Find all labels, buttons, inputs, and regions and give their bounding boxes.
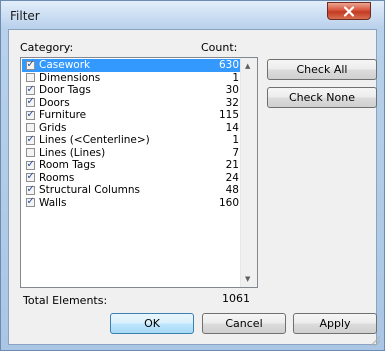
category-checkbox[interactable]: [26, 184, 35, 196]
category-name: Doors: [39, 96, 70, 109]
category-checkbox[interactable]: [26, 96, 35, 109]
category-header: Category:: [20, 41, 74, 54]
list-item[interactable]: Room Tags 21: [22, 159, 241, 172]
category-name: Rooms: [39, 171, 75, 184]
list-item[interactable]: Casework 630: [22, 59, 241, 72]
list-item[interactable]: Dimensions 1: [22, 72, 241, 85]
category-checkbox[interactable]: [26, 134, 35, 146]
category-checkbox[interactable]: [26, 59, 35, 71]
list-item[interactable]: Doors 32: [22, 96, 241, 110]
category-name: Casework: [39, 59, 91, 71]
list-item[interactable]: Lines (<Centerline>) 1: [22, 134, 241, 147]
scroll-down-arrow-icon[interactable]: ▼: [245, 275, 250, 283]
category-checkbox[interactable]: [26, 148, 35, 157]
total-elements-label: Total Elements:: [23, 294, 108, 307]
cancel-button[interactable]: Cancel: [202, 313, 286, 334]
list-item[interactable]: Furniture 115: [22, 109, 241, 122]
check-none-button[interactable]: Check None: [267, 87, 377, 108]
category-count: 7: [232, 146, 239, 159]
list-item[interactable]: Rooms 24: [22, 171, 241, 185]
list-item[interactable]: Grids 14: [22, 122, 241, 135]
category-count: 14: [225, 121, 239, 134]
category-checkbox[interactable]: [26, 84, 35, 96]
category-checkbox[interactable]: [26, 171, 35, 184]
category-count: 1: [232, 71, 239, 84]
category-checkbox[interactable]: [26, 73, 35, 82]
title-bar[interactable]: Filter: [1, 1, 384, 29]
resize-grip[interactable]: [370, 336, 380, 346]
total-elements-value: 1061: [222, 292, 250, 305]
category-count: 115: [218, 109, 239, 121]
category-count: 630: [218, 59, 239, 71]
category-checkbox[interactable]: [26, 159, 35, 171]
category-listbox[interactable]: Casework 630 Dimensions 1 Door Tags 30 Doors 32…: [20, 57, 258, 288]
scroll-up-arrow-icon[interactable]: ▲: [245, 62, 250, 70]
category-name: Walls: [39, 196, 67, 209]
ok-button[interactable]: OK: [110, 313, 194, 334]
apply-button[interactable]: Apply: [293, 313, 377, 334]
category-count: 32: [225, 96, 239, 109]
category-name: Grids: [39, 121, 67, 134]
category-count: 30: [225, 84, 239, 96]
category-count: 1: [232, 134, 239, 146]
listbox-scrollbar[interactable]: ▲ ▼: [240, 58, 257, 287]
category-count: 24: [225, 171, 239, 184]
category-name: Room Tags: [39, 159, 96, 171]
category-count: 160: [218, 196, 239, 209]
category-name: Dimensions: [39, 71, 101, 84]
category-checkbox[interactable]: [26, 123, 35, 132]
check-all-button[interactable]: Check All: [267, 59, 377, 80]
list-item[interactable]: Door Tags 30: [22, 84, 241, 97]
window-title: Filter: [10, 9, 40, 23]
dialog-window: Filter Category: Count: Casework630Dimen…: [0, 0, 385, 351]
category-rows: Casework 630 Dimensions 1 Door Tags 30 Doors 32…: [22, 59, 241, 209]
close-icon: [343, 5, 355, 17]
list-item[interactable]: Walls 160: [22, 196, 241, 210]
list-item[interactable]: Lines (Lines) 7: [22, 147, 241, 160]
category-checkbox[interactable]: [26, 196, 35, 209]
category-name: Lines (<Centerline>): [39, 134, 150, 146]
close-button[interactable]: [327, 2, 371, 20]
category-checkbox[interactable]: [26, 109, 35, 121]
count-header: Count:: [201, 41, 238, 54]
list-item[interactable]: Structural Columns 48: [22, 184, 241, 197]
category-name: Furniture: [39, 109, 87, 121]
category-count: 48: [225, 184, 239, 196]
category-name: Lines (Lines): [39, 146, 106, 159]
category-name: Structural Columns: [39, 184, 140, 196]
category-count: 21: [225, 159, 239, 171]
category-name: Door Tags: [39, 84, 91, 96]
